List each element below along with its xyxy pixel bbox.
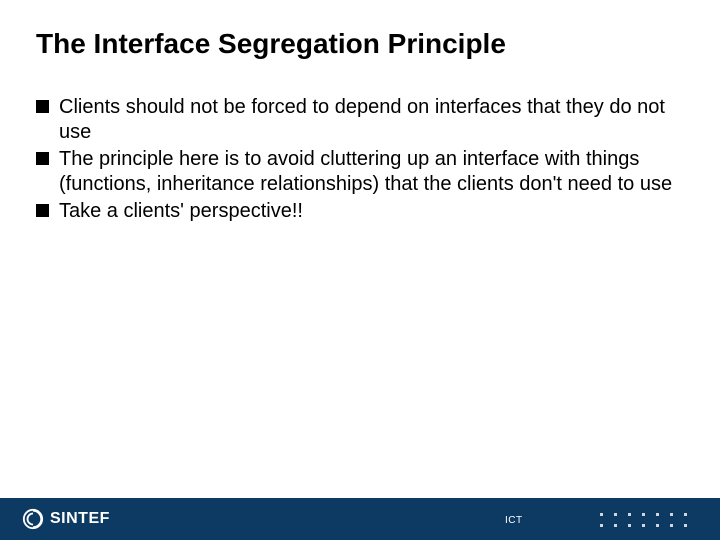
bullet-text: Clients should not be forced to depend o…: [59, 95, 680, 145]
dot-pattern-icon: [600, 513, 690, 530]
list-item: Clients should not be forced to depend o…: [36, 95, 680, 145]
list-item: Take a clients' perspective!!: [36, 199, 680, 224]
brand-logo: SINTEF: [22, 508, 110, 530]
bullet-text: The principle here is to avoid clutterin…: [59, 147, 680, 197]
brand-name: SINTEF: [50, 510, 110, 528]
square-bullet-icon: [36, 100, 49, 113]
square-bullet-icon: [36, 204, 49, 217]
slide: The Interface Segregation Principle Clie…: [0, 0, 720, 540]
footer-bar: SINTEF ICT: [0, 498, 720, 540]
bullet-text: Take a clients' perspective!!: [59, 199, 303, 224]
slide-title: The Interface Segregation Principle: [36, 28, 506, 60]
square-bullet-icon: [36, 152, 49, 165]
footer-label: ICT: [505, 515, 523, 526]
sintef-swirl-icon: [22, 508, 44, 530]
bullet-list: Clients should not be forced to depend o…: [36, 95, 680, 226]
list-item: The principle here is to avoid clutterin…: [36, 147, 680, 197]
